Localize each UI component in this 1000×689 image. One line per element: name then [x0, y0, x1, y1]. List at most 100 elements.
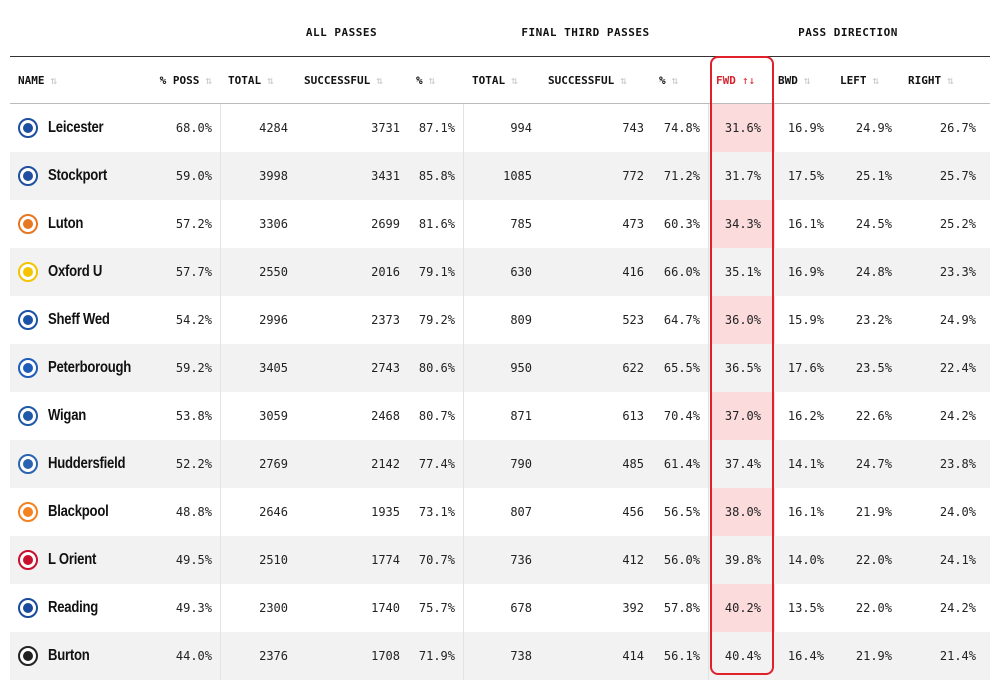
left-cell: 23.2%	[855, 313, 892, 327]
sort-icon[interactable]: ⇅	[873, 74, 880, 87]
team-cell[interactable]: Luton	[18, 200, 144, 248]
sort-icon[interactable]: ⇅	[429, 74, 436, 87]
ft-successful-cell: 622	[622, 361, 644, 375]
all-pct-cell: 85.8%	[418, 169, 455, 183]
sort-icon[interactable]: ⇅	[511, 74, 518, 87]
table-row[interactable]: Peterborough 59.2% 3405 2743 80.6% 950 6…	[10, 344, 990, 392]
column-header-bwd[interactable]: BWD ⇅	[778, 57, 838, 103]
team-cell[interactable]: Sheff Wed	[18, 296, 144, 344]
all-pct-cell: 87.1%	[418, 121, 455, 135]
leicester-crest-icon	[18, 118, 38, 138]
ft-total-cell: 678	[463, 584, 540, 632]
column-header-all-pct[interactable]: % ⇅	[416, 57, 462, 103]
team-name: Oxford U	[48, 263, 103, 280]
team-name: Luton	[48, 215, 84, 232]
table-row[interactable]: Leicester 68.0% 4284 3731 87.1% 994 743 …	[10, 104, 990, 152]
ft-pct-cell: 64.7%	[663, 313, 700, 327]
team-cell[interactable]: Wigan	[18, 392, 144, 440]
table-row[interactable]: Oxford U 57.7% 2550 2016 79.1% 630 416 6…	[10, 248, 990, 296]
table-row[interactable]: Wigan 53.8% 3059 2468 80.7% 871 613 70.4…	[10, 392, 990, 440]
sort-icon[interactable]: ⇅	[376, 74, 383, 87]
table-row[interactable]: Sheff Wed 54.2% 2996 2373 79.2% 809 523 …	[10, 296, 990, 344]
bwd-cell: 16.1%	[787, 505, 824, 519]
table-body: Leicester 68.0% 4284 3731 87.1% 994 743 …	[10, 104, 990, 680]
poss-cell: 57.7%	[175, 265, 212, 279]
bwd-cell: 14.1%	[787, 457, 824, 471]
table-row[interactable]: Blackpool 48.8% 2646 1935 73.1% 807 456 …	[10, 488, 990, 536]
stats-table: NAME ⇅ % POSS ⇅ TOTAL ⇅ SUCCESSFUL ⇅ % ⇅ TOTA…	[10, 56, 990, 680]
sort-icon[interactable]: ⇅	[620, 74, 627, 87]
table-row[interactable]: Reading 49.3% 2300 1740 75.7% 678 392 57…	[10, 584, 990, 632]
bwd-cell: 16.9%	[787, 265, 824, 279]
column-header-left[interactable]: LEFT ⇅	[840, 57, 906, 103]
bwd-cell: 17.6%	[787, 361, 824, 375]
fwd-cell: 37.4%	[708, 440, 769, 488]
sort-icon[interactable]: ⇅	[51, 74, 58, 87]
left-cell: 21.9%	[855, 505, 892, 519]
column-header-fwd[interactable]: FWD ↑↓	[716, 57, 774, 103]
poss-cell: 53.8%	[175, 409, 212, 423]
right-cell: 24.2%	[939, 409, 976, 423]
table-row[interactable]: Luton 57.2% 3306 2699 81.6% 785 473 60.3…	[10, 200, 990, 248]
poss-cell: 49.5%	[175, 553, 212, 567]
column-header-right[interactable]: RIGHT ⇅	[908, 57, 986, 103]
sort-icon[interactable]: ⇅	[947, 74, 954, 87]
all-total-cell: 3306	[220, 200, 296, 248]
column-header-ft-total[interactable]: TOTAL ⇅	[472, 57, 544, 103]
fwd-cell: 34.3%	[708, 200, 769, 248]
wigan-crest-icon	[18, 406, 38, 426]
all-successful-cell: 2016	[371, 265, 400, 279]
poss-cell: 48.8%	[175, 505, 212, 519]
team-cell[interactable]: Stockport	[18, 152, 144, 200]
team-cell[interactable]: Burton	[18, 632, 144, 680]
column-header-ft-successful[interactable]: SUCCESSFUL ⇅	[548, 57, 658, 103]
team-cell[interactable]: Huddersfield	[18, 440, 144, 488]
team-cell[interactable]: Blackpool	[18, 488, 144, 536]
sort-icon[interactable]: ⇅	[205, 74, 212, 87]
all-pct-cell: 79.2%	[418, 313, 455, 327]
sort-icon[interactable]: ⇅	[672, 74, 679, 87]
ft-pct-cell: 60.3%	[663, 217, 700, 231]
all-successful-cell: 3431	[371, 169, 400, 183]
team-cell[interactable]: Peterborough	[18, 344, 144, 392]
table-row[interactable]: Stockport 59.0% 3998 3431 85.8% 1085 772…	[10, 152, 990, 200]
team-cell[interactable]: Reading	[18, 584, 144, 632]
team-cell[interactable]: L Orient	[18, 536, 144, 584]
all-successful-cell: 1935	[371, 505, 400, 519]
ft-successful-cell: 485	[622, 457, 644, 471]
right-cell: 24.1%	[939, 553, 976, 567]
ft-pct-cell: 57.8%	[663, 601, 700, 615]
column-header-poss[interactable]: % POSS ⇅	[128, 57, 220, 103]
team-cell[interactable]: Leicester	[18, 104, 144, 152]
sheff-wed-crest-icon	[18, 310, 38, 330]
all-pct-cell: 71.9%	[418, 649, 455, 663]
luton-crest-icon	[18, 214, 38, 234]
column-header-all-successful[interactable]: SUCCESSFUL ⇅	[304, 57, 414, 103]
right-cell: 24.2%	[939, 601, 976, 615]
team-name: Wigan	[48, 407, 87, 424]
ft-successful-cell: 416	[622, 265, 644, 279]
team-cell[interactable]: Oxford U	[18, 248, 144, 296]
reading-crest-icon	[18, 598, 38, 618]
left-cell: 21.9%	[855, 649, 892, 663]
sort-icon[interactable]: ⇅	[804, 74, 811, 87]
column-header-ft-pct[interactable]: % ⇅	[659, 57, 711, 103]
right-cell: 24.9%	[939, 313, 976, 327]
column-header-name[interactable]: NAME ⇅	[18, 57, 128, 103]
team-name: Huddersfield	[48, 455, 126, 472]
sort-icon[interactable]: ⇅	[267, 74, 274, 87]
table-row[interactable]: Burton 44.0% 2376 1708 71.9% 738 414 56.…	[10, 632, 990, 680]
table-row[interactable]: Huddersfield 52.2% 2769 2142 77.4% 790 4…	[10, 440, 990, 488]
all-total-cell: 4284	[220, 104, 296, 152]
ft-successful-cell: 523	[622, 313, 644, 327]
fwd-cell: 36.0%	[708, 296, 769, 344]
huddersfield-crest-icon	[18, 454, 38, 474]
sort-active-icon[interactable]: ↑↓	[742, 74, 755, 87]
table-row[interactable]: L Orient 49.5% 2510 1774 70.7% 736 412 5…	[10, 536, 990, 584]
all-pct-cell: 80.7%	[418, 409, 455, 423]
all-total-cell: 3059	[220, 392, 296, 440]
all-total-cell: 2510	[220, 536, 296, 584]
column-header-all-total[interactable]: TOTAL ⇅	[228, 57, 300, 103]
all-successful-cell: 2699	[371, 217, 400, 231]
ft-total-cell: 871	[463, 392, 540, 440]
